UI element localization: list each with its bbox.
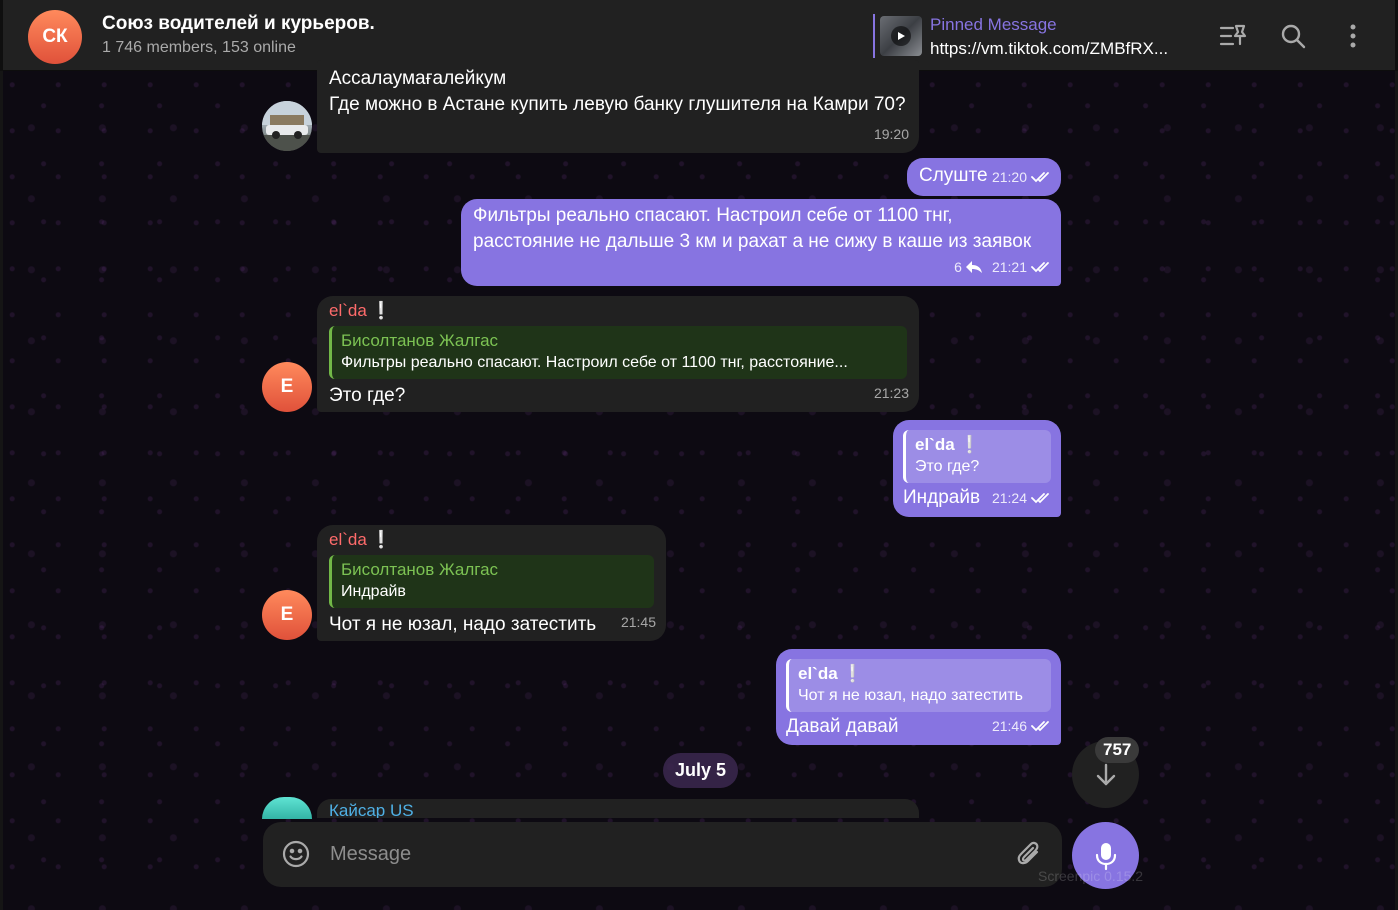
message-bubble-incoming[interactable]: el`da ❕ Бисолтанов Жалгас Индрайв Чот я н…	[317, 525, 666, 641]
reply-snippet: Фильтры реально спасают. Настроил себе о…	[341, 354, 848, 371]
pinned-thumbnail	[880, 16, 922, 56]
message-text: Чот я не юзал, надо затестить	[329, 614, 597, 635]
message-meta: 21:20	[992, 164, 1051, 190]
message-text: Это где?	[329, 385, 406, 406]
message-bubble-incoming[interactable]: Кайсар US	[317, 799, 919, 818]
reply-snippet: Это где?	[915, 458, 980, 475]
sender-avatar[interactable]: E	[262, 362, 312, 412]
message-time: 21:23	[873, 385, 909, 401]
attach-icon[interactable]	[1014, 839, 1044, 869]
sender-name[interactable]: el`da ❕	[329, 300, 907, 322]
message-bubble-outgoing[interactable]: Фильтры реально спасают. Настроил себе о…	[461, 199, 1061, 286]
message-meta: 21:46	[992, 713, 1051, 739]
message-time: 21:45	[620, 614, 656, 630]
message-bubble-incoming[interactable]: Ассалаумағалейкум Где можно в Астане куп…	[317, 60, 919, 153]
reply-quote[interactable]: el`da ❕ Это где?	[903, 430, 1051, 483]
reply-snippet: Индрайв	[341, 583, 406, 600]
double-check-icon	[1031, 493, 1049, 504]
reply-quote[interactable]: Бисолтанов Жалгас Фильтры реально спасаю…	[329, 326, 907, 379]
group-title[interactable]: Союз водителей и курьеров.	[102, 13, 375, 35]
group-avatar[interactable]: СК	[28, 10, 82, 64]
message-time: 21:20	[991, 169, 1027, 185]
watermark: Screenpic 0.15.2	[1038, 868, 1144, 884]
reply-count: 6	[954, 259, 962, 275]
emoji-icon[interactable]	[281, 839, 311, 869]
pinned-message[interactable]: Pinned Message https://vm.tiktok.com/ZMB…	[873, 12, 1203, 60]
message-input[interactable]	[330, 836, 970, 872]
search-icon[interactable]	[1277, 20, 1309, 52]
double-check-icon	[1031, 721, 1049, 732]
sender-avatar[interactable]: E	[262, 590, 312, 640]
pinned-text: https://vm.tiktok.com/ZMBfRX...	[930, 39, 1169, 58]
message-bubble-outgoing[interactable]: Слуште 21:20	[907, 158, 1061, 196]
reply-author: el`da ❕	[915, 435, 981, 454]
message-bubble-incoming[interactable]: el`da ❕ Бисолтанов Жалгас Фильтры реально…	[317, 296, 919, 412]
message-bubble-outgoing[interactable]: el`da ❕ Чот я не юзал, надо затестить Да…	[776, 649, 1061, 745]
reply-quote[interactable]: Бисолтанов Жалгас Индрайв	[329, 555, 654, 608]
more-menu-icon[interactable]	[1337, 20, 1369, 52]
message-text: Фильтры реально спасают. Настроил себе о…	[473, 205, 1032, 252]
pinned-label: Pinned Message	[930, 15, 1057, 34]
message-time: 19:20	[873, 126, 909, 142]
reply-author: Бисолтанов Жалгас	[341, 331, 499, 350]
message-meta: 21:24	[992, 485, 1051, 511]
pinned-list-icon[interactable]	[1217, 20, 1249, 52]
sender-name[interactable]: Кайсар US	[329, 801, 907, 818]
sender-name[interactable]: el`da ❕	[329, 529, 654, 551]
sender-avatar-photo[interactable]	[262, 101, 312, 151]
group-members-status: 1 746 members, 153 online	[102, 39, 296, 56]
date-separator: July 5	[663, 753, 738, 788]
message-bubble-outgoing[interactable]: el`da ❕ Это где? Индрайв 21:24	[893, 420, 1061, 517]
microphone-icon	[1095, 842, 1116, 870]
message-text: Ассалаумағалейкум Где можно в Астане куп…	[329, 68, 906, 115]
unread-count-badge: 757	[1095, 737, 1140, 763]
double-check-icon	[1031, 172, 1049, 183]
pinned-indicator	[873, 14, 875, 58]
reply-author: Бисолтанов Жалгас	[341, 560, 499, 579]
message-composer	[263, 822, 1062, 887]
reply-author: el`da ❕	[798, 664, 864, 683]
reply-arrow-icon	[965, 261, 982, 273]
play-icon	[891, 26, 911, 46]
message-time: 21:46	[991, 718, 1027, 734]
message-time: 21:21	[991, 259, 1027, 275]
message-meta: 6 21:21	[954, 254, 1051, 280]
double-check-icon	[1031, 262, 1049, 273]
message-time: 21:24	[991, 490, 1027, 506]
arrow-down-icon	[1096, 763, 1115, 785]
reply-quote[interactable]: el`da ❕ Чот я не юзал, надо затестить	[786, 659, 1051, 712]
reply-snippet: Чот я не юзал, надо затестить	[798, 687, 1024, 704]
